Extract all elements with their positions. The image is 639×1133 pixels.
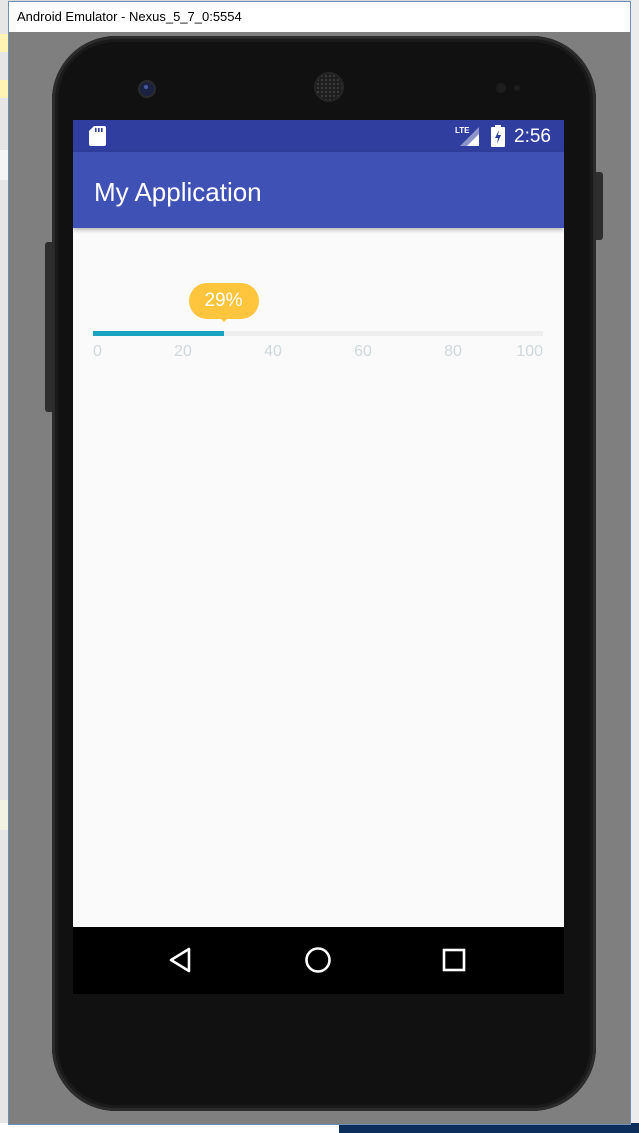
window-title: Android Emulator - Nexus_5_7_0:5554 bbox=[17, 9, 242, 24]
back-icon[interactable] bbox=[168, 945, 198, 975]
device-screen: LTE 2:56 My Application 29% 0 20 40 60 8… bbox=[73, 120, 564, 994]
seekbar-tick-label: 80 bbox=[444, 343, 462, 360]
desktop-right-strip bbox=[631, 0, 639, 1133]
seekbar-progress-fill bbox=[93, 331, 224, 336]
navigation-bar bbox=[73, 927, 564, 994]
status-bar-clock: 2:56 bbox=[514, 126, 551, 147]
earpiece-speaker-icon bbox=[316, 74, 342, 100]
bubble-pointer bbox=[217, 316, 230, 322]
status-bar: LTE 2:56 bbox=[73, 120, 564, 152]
battery-charging-icon bbox=[491, 125, 505, 152]
seekbar-track[interactable] bbox=[93, 331, 543, 336]
seekbar-value-label: 29% bbox=[204, 290, 243, 311]
light-sensor-icon bbox=[514, 85, 520, 91]
desktop-left-strip bbox=[0, 0, 8, 1133]
app-title: My Application bbox=[94, 177, 262, 207]
seekbar-tick-label: 0 bbox=[93, 343, 102, 360]
seekbar-value-bubble[interactable]: 29% bbox=[188, 283, 259, 322]
svg-text:LTE: LTE bbox=[455, 126, 470, 135]
seekbar-tick-label: 60 bbox=[354, 343, 372, 360]
app-bar: My Application bbox=[73, 152, 564, 228]
recents-icon[interactable] bbox=[439, 945, 469, 975]
lte-signal-icon: LTE bbox=[455, 125, 481, 152]
seekbar-tick-label: 20 bbox=[174, 343, 192, 360]
emulator-window: Android Emulator - Nexus_5_7_0:5554 LTE bbox=[8, 1, 631, 1125]
seekbar-tick-label: 100 bbox=[516, 343, 543, 360]
phone-power-button[interactable] bbox=[595, 172, 603, 240]
proximity-sensor-icon bbox=[496, 83, 506, 93]
home-icon[interactable] bbox=[303, 945, 333, 975]
sd-card-icon bbox=[89, 126, 106, 151]
window-titlebar[interactable]: Android Emulator - Nexus_5_7_0:5554 bbox=[9, 2, 630, 32]
front-camera-icon bbox=[140, 82, 154, 96]
bubble-seekbar[interactable]: 29% 0 20 40 60 80 100 bbox=[93, 280, 544, 360]
seekbar-tick-label: 40 bbox=[264, 343, 282, 360]
